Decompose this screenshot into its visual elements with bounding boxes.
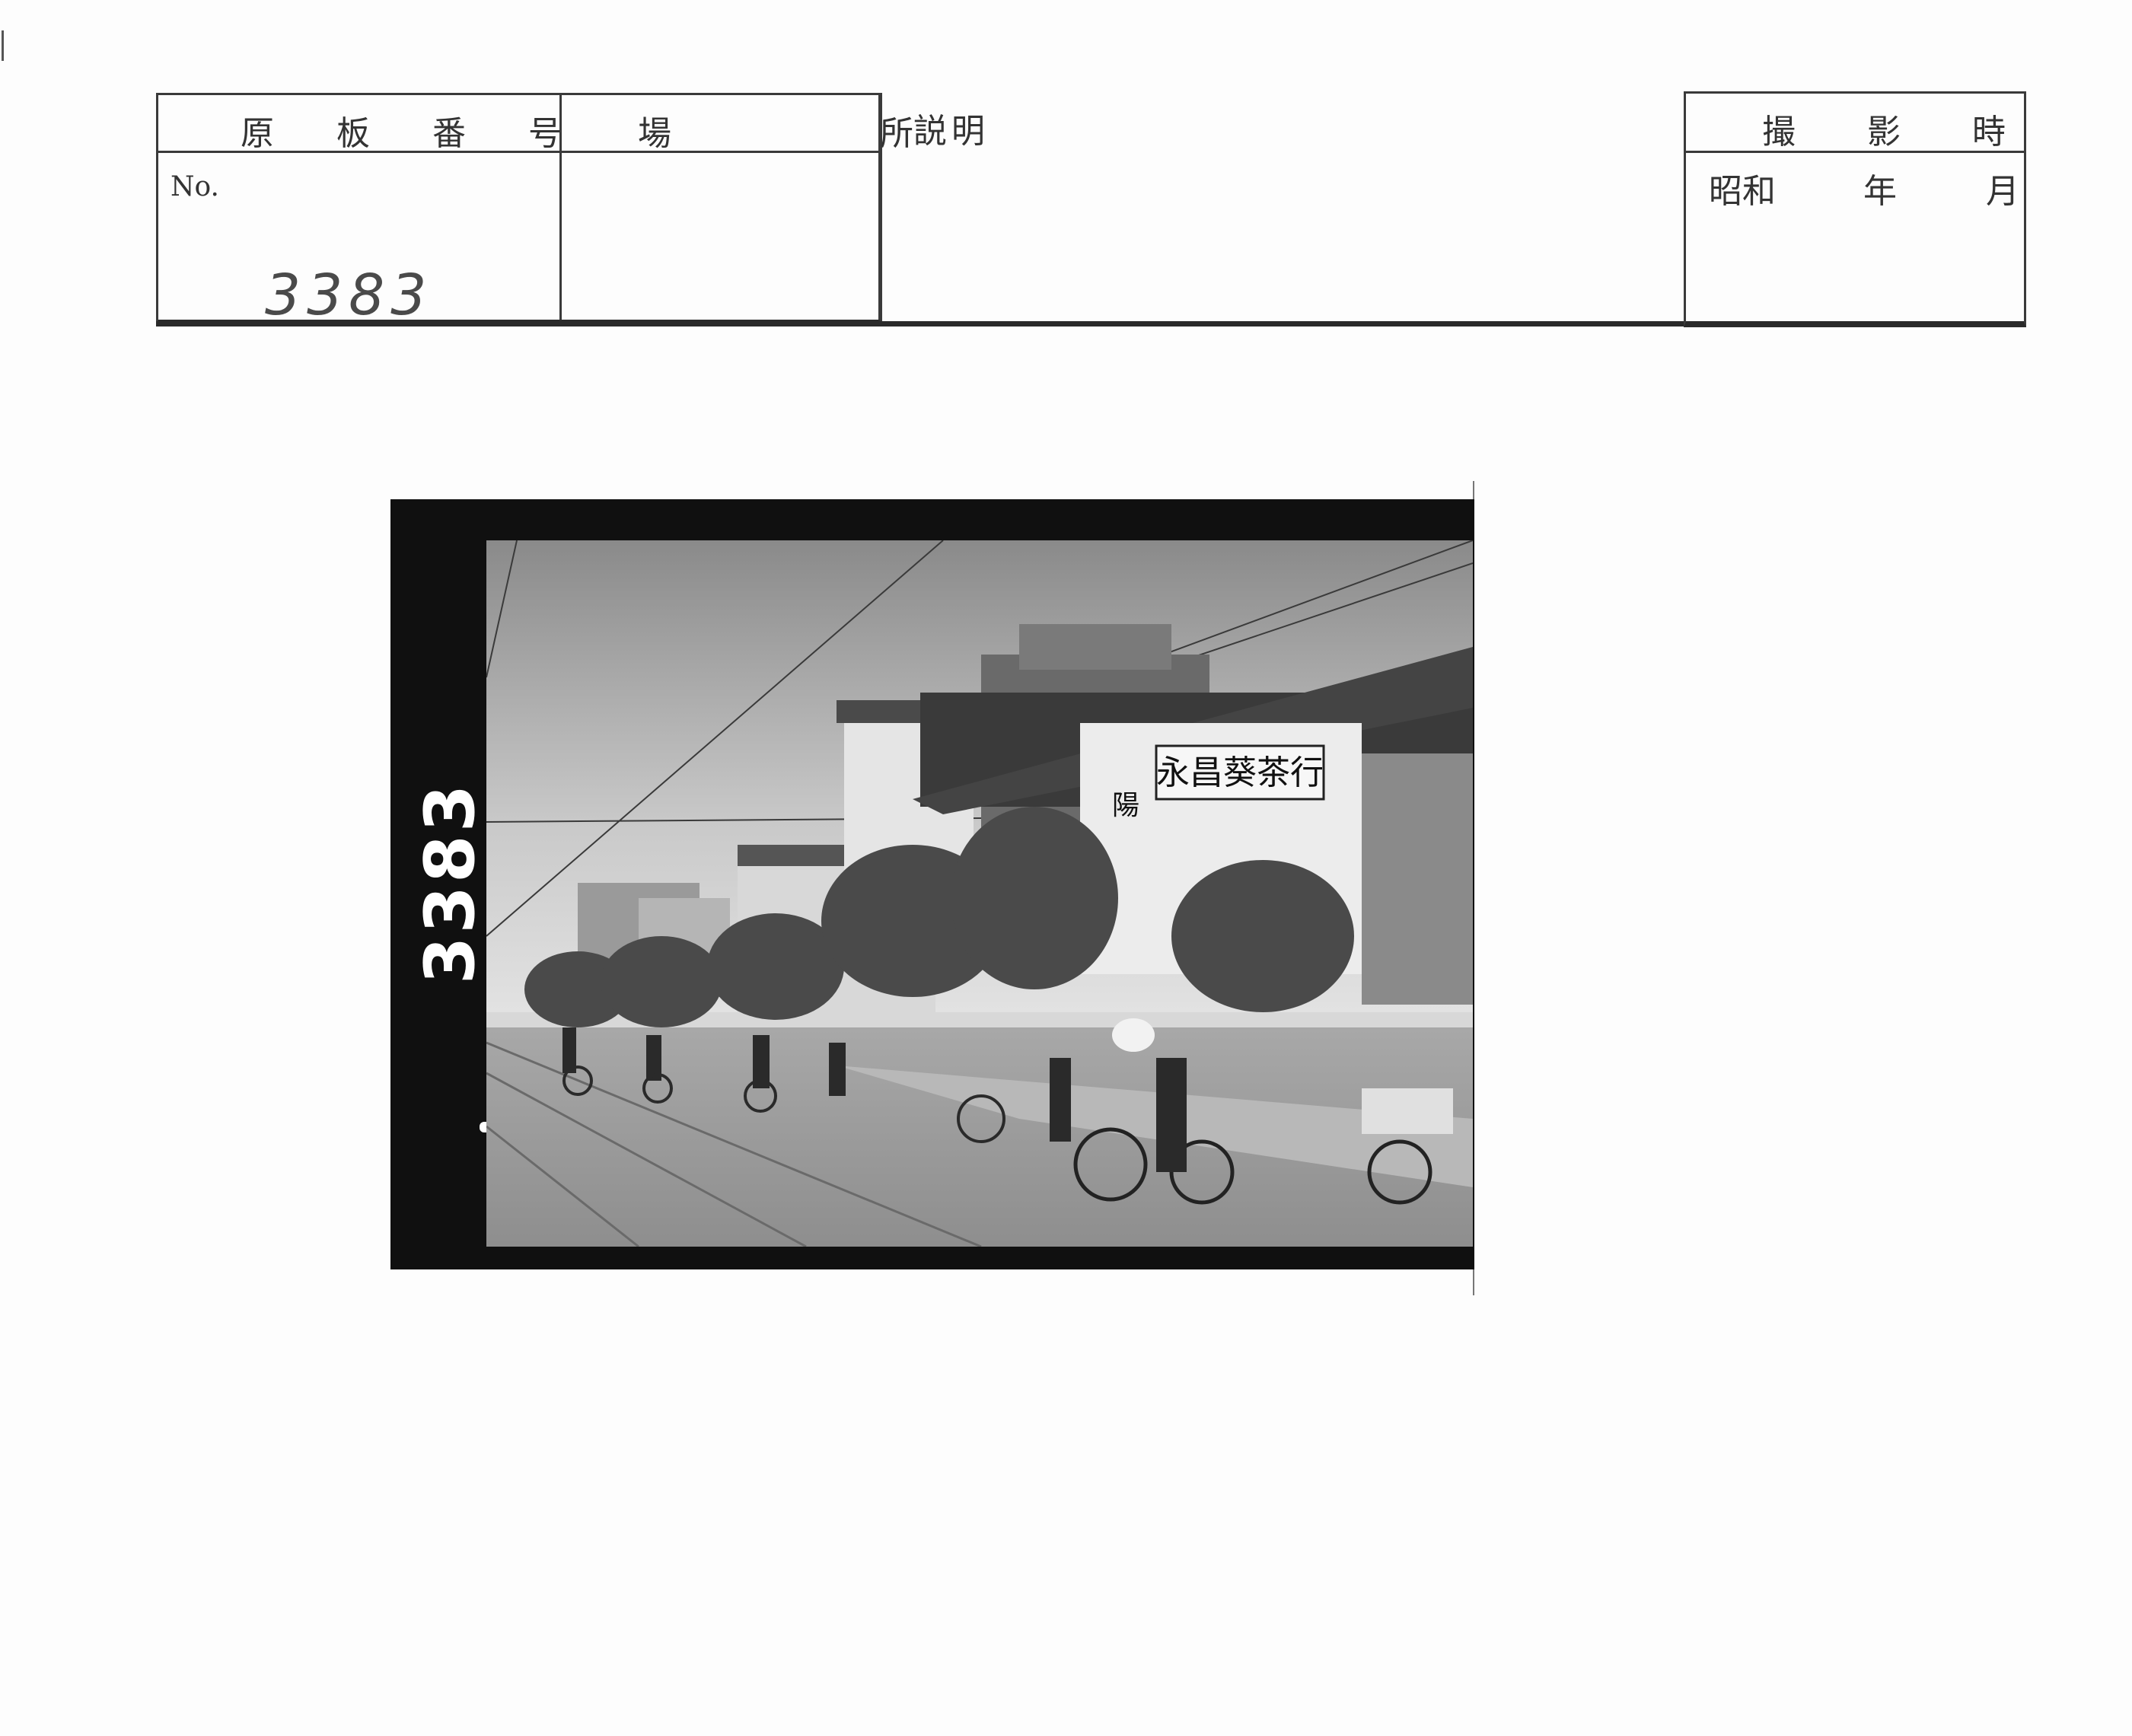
era-label: 昭和 bbox=[1709, 172, 1776, 211]
handwritten-plate-number: 3383 bbox=[265, 263, 433, 328]
no-label: No. bbox=[170, 171, 219, 202]
rooftop-structure bbox=[1019, 624, 1171, 670]
shop-sign-secondary: 陽 bbox=[1112, 790, 1139, 821]
plate-number-header: 原 板 番 号 bbox=[241, 114, 588, 153]
header-form-left: 原 板 番 号 場 所 No. 3383 bbox=[156, 93, 913, 328]
scan-edge-mark bbox=[2, 30, 4, 61]
street-photograph: 永昌葵茶行 陽 際 bbox=[486, 540, 1473, 1247]
description-label: 説明 bbox=[913, 112, 990, 151]
shooting-time-header: 撮 影 時 bbox=[1762, 113, 2036, 151]
archive-card: 原 板 番 号 場 所 No. 3383 説明 撮 影 時 昭和 年 月 338… bbox=[0, 0, 2132, 1736]
side-building bbox=[1362, 753, 1473, 1005]
shop-sign-text: 永昌葵茶行 bbox=[1156, 753, 1324, 792]
month-label: 月 bbox=[1986, 172, 2019, 211]
year-label: 年 bbox=[1863, 172, 1897, 211]
header-form-right: 撮 影 時 昭和 年 月 bbox=[1684, 91, 2026, 327]
street-scene: 永昌葵茶行 陽 際 bbox=[486, 540, 1473, 1247]
